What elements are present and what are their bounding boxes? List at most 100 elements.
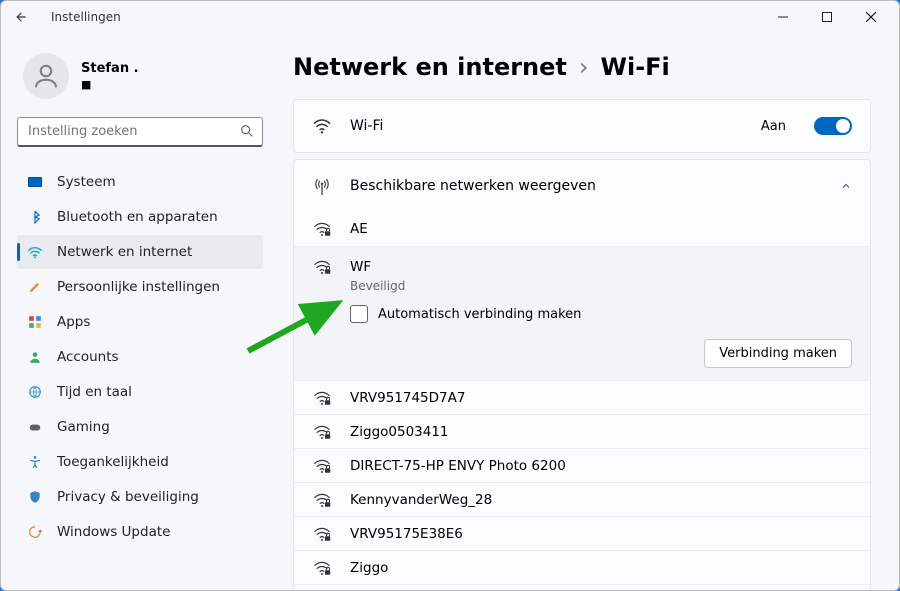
back-button[interactable] bbox=[7, 3, 35, 31]
available-networks-header[interactable]: Beschikbare netwerken weergeven bbox=[294, 160, 870, 212]
globe-clock-icon bbox=[27, 384, 43, 400]
sidebar-item-label: Bluetooth en apparaten bbox=[57, 209, 218, 225]
network-item-selected[interactable]: WF Beveiligd Automatisch verbinding make… bbox=[294, 246, 870, 380]
wifi-icon bbox=[312, 118, 332, 134]
auto-connect-checkbox[interactable] bbox=[350, 305, 368, 323]
available-networks-card: Beschikbare netwerken weergeven AE bbox=[293, 159, 871, 590]
network-name: AE bbox=[350, 221, 368, 237]
wifi-secure-icon bbox=[312, 560, 332, 576]
sidebar-item-time-language[interactable]: Tijd en taal bbox=[17, 375, 263, 409]
sidebar-item-network[interactable]: Netwerk en internet bbox=[17, 235, 263, 269]
connect-button[interactable]: Verbinding maken bbox=[704, 339, 852, 368]
apps-icon bbox=[27, 314, 43, 330]
avatar bbox=[23, 53, 69, 99]
wifi-toggle[interactable] bbox=[814, 117, 852, 135]
wifi-label: Wi-Fi bbox=[350, 118, 743, 134]
breadcrumb: Netwerk en internet › Wi-Fi bbox=[293, 53, 871, 81]
wifi-secure-icon bbox=[312, 221, 332, 237]
search-input[interactable] bbox=[17, 117, 263, 147]
accessibility-icon bbox=[27, 454, 43, 470]
breadcrumb-parent[interactable]: Netwerk en internet bbox=[293, 53, 567, 81]
network-name: Ziggo bbox=[350, 560, 388, 576]
sidebar: Stefan . ■ Systeem B bbox=[1, 33, 273, 590]
sidebar-item-label: Tijd en taal bbox=[57, 384, 132, 400]
network-item[interactable]: Ziggo0503411 bbox=[294, 414, 870, 448]
wifi-secure-icon bbox=[312, 492, 332, 508]
wifi-secure-icon bbox=[312, 424, 332, 440]
sidebar-item-label: Windows Update bbox=[57, 524, 170, 540]
person-icon bbox=[31, 61, 61, 91]
network-name: Ziggo0503411 bbox=[350, 424, 449, 440]
user-block[interactable]: Stefan . ■ bbox=[17, 45, 263, 117]
antenna-icon bbox=[312, 176, 332, 196]
update-icon bbox=[27, 524, 43, 540]
sidebar-item-privacy[interactable]: Privacy & beveiliging bbox=[17, 480, 263, 514]
system-icon bbox=[27, 174, 43, 190]
network-name: WF bbox=[350, 259, 371, 275]
nav-list: Systeem Bluetooth en apparaten Netwerk e… bbox=[17, 165, 263, 549]
main-content: Netwerk en internet › Wi-Fi Wi-Fi Aan bbox=[273, 33, 899, 590]
titlebar: Instellingen bbox=[1, 1, 899, 33]
sidebar-item-system[interactable]: Systeem bbox=[17, 165, 263, 199]
maximize-icon bbox=[822, 12, 832, 22]
network-item[interactable]: Ziggo bbox=[294, 550, 870, 584]
wifi-icon bbox=[27, 244, 43, 260]
search-field bbox=[17, 117, 263, 147]
arrow-left-icon bbox=[14, 10, 28, 24]
minimize-button[interactable] bbox=[761, 3, 805, 31]
network-item[interactable]: VRV95175E38E6 bbox=[294, 516, 870, 550]
page-title: Wi-Fi bbox=[601, 53, 670, 81]
wifi-toggle-card: Wi-Fi Aan bbox=[293, 99, 871, 153]
wifi-secure-icon bbox=[312, 526, 332, 542]
available-networks-label: Beschikbare netwerken weergeven bbox=[350, 178, 822, 194]
network-name: VRV951745D7A7 bbox=[350, 390, 465, 406]
network-item[interactable]: KennyvanderWeg_28 bbox=[294, 482, 870, 516]
close-icon bbox=[866, 12, 876, 22]
sidebar-item-label: Systeem bbox=[57, 174, 116, 190]
network-item[interactable]: AE bbox=[294, 212, 870, 246]
account-icon bbox=[27, 349, 43, 365]
settings-window: Instellingen Stefan . ■ bbox=[0, 0, 900, 591]
network-status: Beveiligd bbox=[350, 279, 405, 293]
sidebar-item-windows-update[interactable]: Windows Update bbox=[17, 515, 263, 549]
sidebar-item-gaming[interactable]: Gaming bbox=[17, 410, 263, 444]
user-status: ■ bbox=[81, 78, 139, 91]
chevron-up-icon bbox=[840, 177, 852, 196]
minimize-icon bbox=[778, 12, 788, 22]
sidebar-item-label: Gaming bbox=[57, 419, 110, 435]
sidebar-item-accessibility[interactable]: Toegankelijkheid bbox=[17, 445, 263, 479]
sidebar-item-accounts[interactable]: Accounts bbox=[17, 340, 263, 374]
auto-connect-label: Automatisch verbinding maken bbox=[378, 307, 581, 322]
sidebar-item-label: Accounts bbox=[57, 349, 119, 365]
wifi-state-label: Aan bbox=[761, 119, 786, 134]
sidebar-item-label: Netwerk en internet bbox=[57, 244, 192, 260]
wifi-secure-icon bbox=[312, 390, 332, 406]
search-icon bbox=[239, 123, 255, 143]
sidebar-item-label: Apps bbox=[57, 314, 90, 330]
sidebar-item-label: Persoonlijke instellingen bbox=[57, 279, 220, 295]
bluetooth-icon bbox=[27, 209, 43, 225]
gaming-icon bbox=[27, 419, 43, 435]
network-item[interactable]: Ziggo9785535 bbox=[294, 584, 870, 590]
wifi-secure-icon bbox=[312, 259, 332, 275]
maximize-button[interactable] bbox=[805, 3, 849, 31]
brush-icon bbox=[27, 279, 43, 295]
wifi-secure-icon bbox=[312, 458, 332, 474]
close-button[interactable] bbox=[849, 3, 893, 31]
window-title: Instellingen bbox=[51, 10, 121, 24]
network-item[interactable]: VRV951745D7A7 bbox=[294, 380, 870, 414]
sidebar-item-label: Privacy & beveiliging bbox=[57, 489, 199, 505]
chevron-right-icon: › bbox=[579, 53, 589, 81]
network-name: DIRECT-75-HP ENVY Photo 6200 bbox=[350, 458, 566, 474]
shield-icon bbox=[27, 489, 43, 505]
network-name: KennyvanderWeg_28 bbox=[350, 492, 492, 508]
sidebar-item-bluetooth[interactable]: Bluetooth en apparaten bbox=[17, 200, 263, 234]
network-list: AE WF Beveiligd Automatisch verbindi bbox=[294, 212, 870, 590]
sidebar-item-label: Toegankelijkheid bbox=[57, 454, 169, 470]
network-item[interactable]: DIRECT-75-HP ENVY Photo 6200 bbox=[294, 448, 870, 482]
network-name: VRV95175E38E6 bbox=[350, 526, 463, 542]
window-controls bbox=[761, 3, 893, 31]
sidebar-item-apps[interactable]: Apps bbox=[17, 305, 263, 339]
sidebar-item-personalization[interactable]: Persoonlijke instellingen bbox=[17, 270, 263, 304]
user-name: Stefan . bbox=[81, 61, 139, 76]
